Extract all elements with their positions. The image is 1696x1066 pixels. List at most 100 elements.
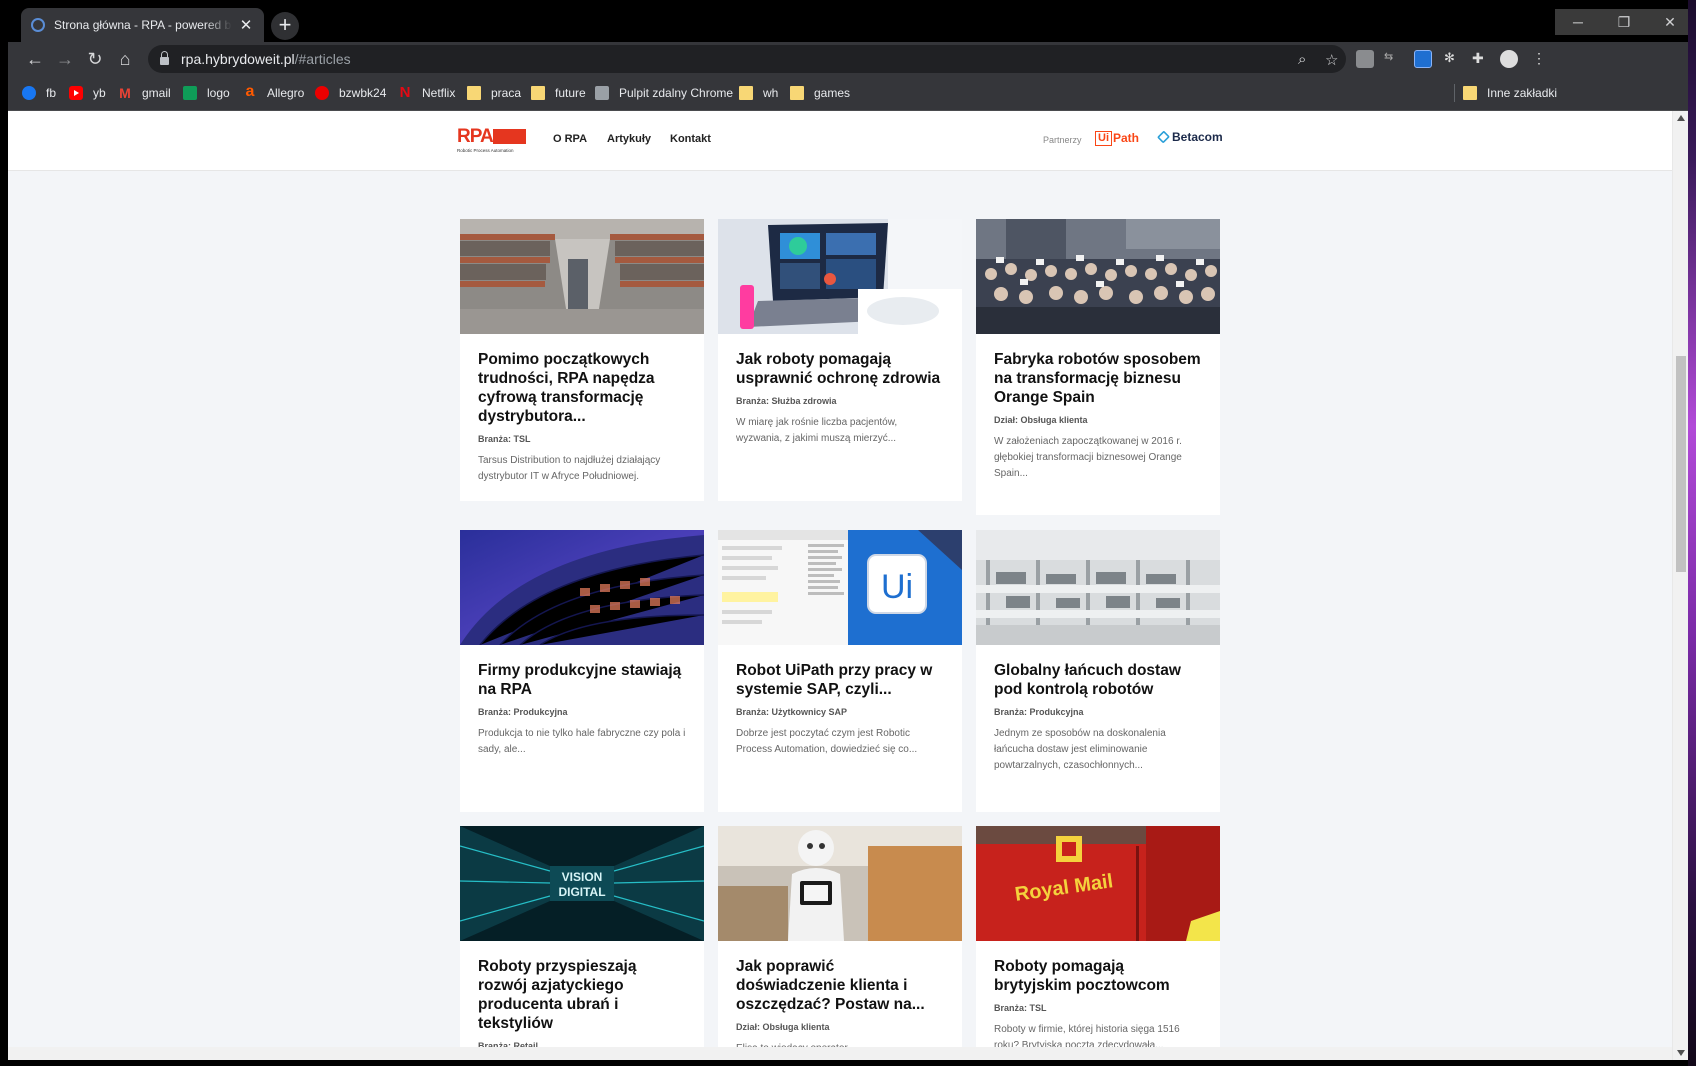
scrollbar-thumb[interactable] — [1676, 356, 1686, 572]
horizontal-scrollbar[interactable] — [8, 1047, 1672, 1060]
article-title[interactable]: Jak roboty pomagają usprawnić ochronę zd… — [736, 350, 946, 388]
article-thumbnail-vision-digital: VISION DIGITAL — [460, 826, 704, 941]
partners-label: Partnerzy — [1043, 135, 1082, 145]
bookmark-star-icon[interactable]: ☆ — [1325, 51, 1338, 69]
article-thumbnail-healthcare-laptop — [718, 219, 962, 334]
article-body: Fabryka robotów sposobem na transformacj… — [994, 350, 1204, 482]
netflix-icon: N — [399, 84, 411, 101]
zoom-icon[interactable]: ⌕ — [1298, 51, 1306, 68]
article-title[interactable]: Jak poprawić doświadczenie klienta i osz… — [736, 957, 946, 1014]
article-category: Dział: Obsługa klienta — [994, 415, 1088, 425]
uipath-partner-logo[interactable]: Ui Path — [1095, 129, 1139, 147]
bookmarks-bar: fb yb Mgmail logo a Allegro bzwbk24 N Netf… — [8, 76, 1688, 111]
extension-icon[interactable] — [1356, 50, 1374, 68]
article-body: Pomimo początkowych trudności, RPA napęd… — [478, 350, 688, 485]
reload-button[interactable]: ↻ — [82, 46, 108, 72]
article-category: Branża: TSL — [994, 1003, 1047, 1013]
article-card[interactable]: Globalny łańcuch dostaw pod kontrolą rob… — [976, 530, 1220, 812]
bookmark-future[interactable]: future — [531, 84, 586, 102]
scroll-up-arrow-icon[interactable] — [1677, 115, 1685, 121]
bookmark-yb[interactable]: yb — [69, 84, 106, 102]
scroll-down-arrow-icon[interactable] — [1677, 1050, 1685, 1056]
article-excerpt: Tarsus Distribution to najdłużej działaj… — [478, 455, 661, 482]
article-title[interactable]: Firmy produkcyjne stawiają na RPA — [478, 661, 688, 699]
article-category: Branża: TSL — [478, 434, 531, 444]
browser-toolbar: ← → ↻ ⌂ rpa.hybrydoweit.pl/#articles ⌕ ☆… — [8, 42, 1688, 76]
article-thumbnail-crowd-photo — [976, 219, 1220, 334]
nav-kontakt[interactable]: Kontakt — [670, 133, 711, 145]
nav-o-rpa[interactable]: O RPA — [553, 133, 587, 145]
browser-tab[interactable]: Strona główna - RPA - powered by ✕ — [21, 8, 264, 42]
folder-icon — [467, 86, 481, 100]
allegro-icon: a — [245, 83, 255, 100]
bookmark-netflix[interactable]: N Netflix — [398, 84, 456, 102]
vertical-scrollbar[interactable] — [1672, 111, 1688, 1060]
article-title[interactable]: Fabryka robotów sposobem na transformacj… — [994, 350, 1204, 407]
article-card[interactable]: Jak poprawić doświadczenie klienta i osz… — [718, 826, 962, 1060]
menu-dots-icon[interactable]: ⋮ — [1530, 50, 1548, 68]
close-window-button[interactable]: ✕ — [1647, 9, 1693, 35]
other-bookmarks[interactable]: Inne zakładki — [1454, 84, 1557, 102]
profile-avatar-icon[interactable] — [1500, 50, 1518, 68]
article-title[interactable]: Robot UiPath przy pracy w systemie SAP, … — [736, 661, 946, 699]
youtube-icon — [69, 86, 83, 100]
react-extension-icon[interactable]: ✻ — [1444, 50, 1462, 68]
article-excerpt: W założeniach zapoczątkowanej w 2016 r. … — [994, 436, 1182, 479]
article-card[interactable]: VISION DIGITAL Roboty przyspieszają rozw… — [460, 826, 704, 1060]
article-excerpt: Jednym ze sposobów na doskonalenia łańcu… — [994, 728, 1166, 771]
folder-icon — [531, 86, 545, 100]
bookmark-pulpit-zdalny[interactable]: Pulpit zdalny Chrome — [595, 84, 733, 102]
article-excerpt: Dobrze jest poczytać czym jest Robotic P… — [736, 728, 918, 755]
article-body: Jak roboty pomagają usprawnić ochronę zd… — [736, 350, 946, 447]
uipath-thumb-logo: Ui — [881, 568, 913, 606]
restore-button[interactable]: ❐ — [1601, 9, 1647, 35]
article-title[interactable]: Roboty przyspieszają rozwój azjatyckiego… — [478, 957, 688, 1033]
rpa-logo[interactable]: RPA Robotic Process Automation — [457, 127, 527, 154]
tab-strip: Strona główna - RPA - powered by ✕ + ─ ❐… — [8, 0, 1693, 42]
tab-close-icon[interactable]: ✕ — [238, 16, 254, 34]
article-card[interactable]: Pomimo początkowych trudności, RPA napęd… — [460, 219, 704, 501]
extension-arrows-icon[interactable]: ⇆ — [1384, 50, 1402, 68]
article-excerpt: W miarę jak rośnie liczba pacjentów, wyz… — [736, 417, 898, 444]
minimize-button[interactable]: ─ — [1555, 9, 1601, 35]
article-title[interactable]: Roboty pomagają brytyjskim pocztowcom — [994, 957, 1204, 995]
desktop-wallpaper-strip — [1688, 0, 1696, 1066]
forward-button[interactable]: → — [52, 46, 78, 72]
article-card[interactable]: Jak roboty pomagają usprawnić ochronę zd… — [718, 219, 962, 501]
bookmark-logo[interactable]: logo — [183, 84, 230, 102]
nav-artykuly[interactable]: Artykuły — [607, 133, 651, 145]
home-button[interactable]: ⌂ — [112, 46, 138, 72]
article-thumbnail-pepper-robot — [718, 826, 962, 941]
bookmark-bzwbk24[interactable]: bzwbk24 — [315, 84, 386, 102]
page-viewport: RPA Robotic Process Automation O RPA Art… — [8, 111, 1688, 1060]
betacom-partner-logo[interactable]: Betacom — [1156, 130, 1223, 144]
article-body: Robot UiPath przy pracy w systemie SAP, … — [736, 661, 946, 758]
bookmark-praca[interactable]: praca — [467, 84, 521, 102]
article-body: Globalny łańcuch dostaw pod kontrolą rob… — [994, 661, 1204, 774]
bookmark-games[interactable]: games — [790, 84, 850, 102]
folder-icon — [790, 86, 804, 100]
article-card[interactable]: Firmy produkcyjne stawiają na RPA Branża… — [460, 530, 704, 812]
article-category: Branża: Służba zdrowia — [736, 396, 837, 406]
article-card[interactable]: Royal Mail Roboty pomagają brytyjskim po… — [976, 826, 1220, 1060]
article-category: Branża: Produkcyjna — [994, 707, 1084, 717]
bookmark-allegro[interactable]: a Allegro — [243, 83, 305, 102]
article-title[interactable]: Pomimo początkowych trudności, RPA napęd… — [478, 350, 688, 426]
new-tab-button[interactable]: + — [271, 12, 299, 40]
browser-window: Strona główna - RPA - powered by ✕ + ─ ❐… — [8, 0, 1693, 111]
back-button[interactable]: ← — [22, 46, 48, 72]
article-title[interactable]: Globalny łańcuch dostaw pod kontrolą rob… — [994, 661, 1204, 699]
address-bar[interactable]: rpa.hybrydoweit.pl/#articles ⌕ ☆ — [148, 45, 1346, 73]
bookmark-fb[interactable]: fb — [22, 84, 56, 102]
bookmark-gmail[interactable]: Mgmail — [118, 84, 171, 102]
article-card[interactable]: Ui Robot UiPath przy pracy w systemie SA… — [718, 530, 962, 812]
article-body: Roboty przyspieszają rozwój azjatyckiego… — [478, 957, 688, 1051]
article-thumbnail-royal-mail-van: Royal Mail — [976, 826, 1220, 941]
article-body: Jak poprawić doświadczenie klienta i osz… — [736, 957, 946, 1057]
uipath-extension-icon[interactable] — [1414, 50, 1432, 68]
extensions-puzzle-icon[interactable]: ✚ — [1472, 50, 1490, 68]
tab-title: Strona główna - RPA - powered by — [54, 18, 232, 32]
remote-desktop-icon — [595, 86, 609, 100]
bookmark-wh[interactable]: wh — [739, 84, 778, 102]
article-card[interactable]: Fabryka robotów sposobem na transformacj… — [976, 219, 1220, 515]
